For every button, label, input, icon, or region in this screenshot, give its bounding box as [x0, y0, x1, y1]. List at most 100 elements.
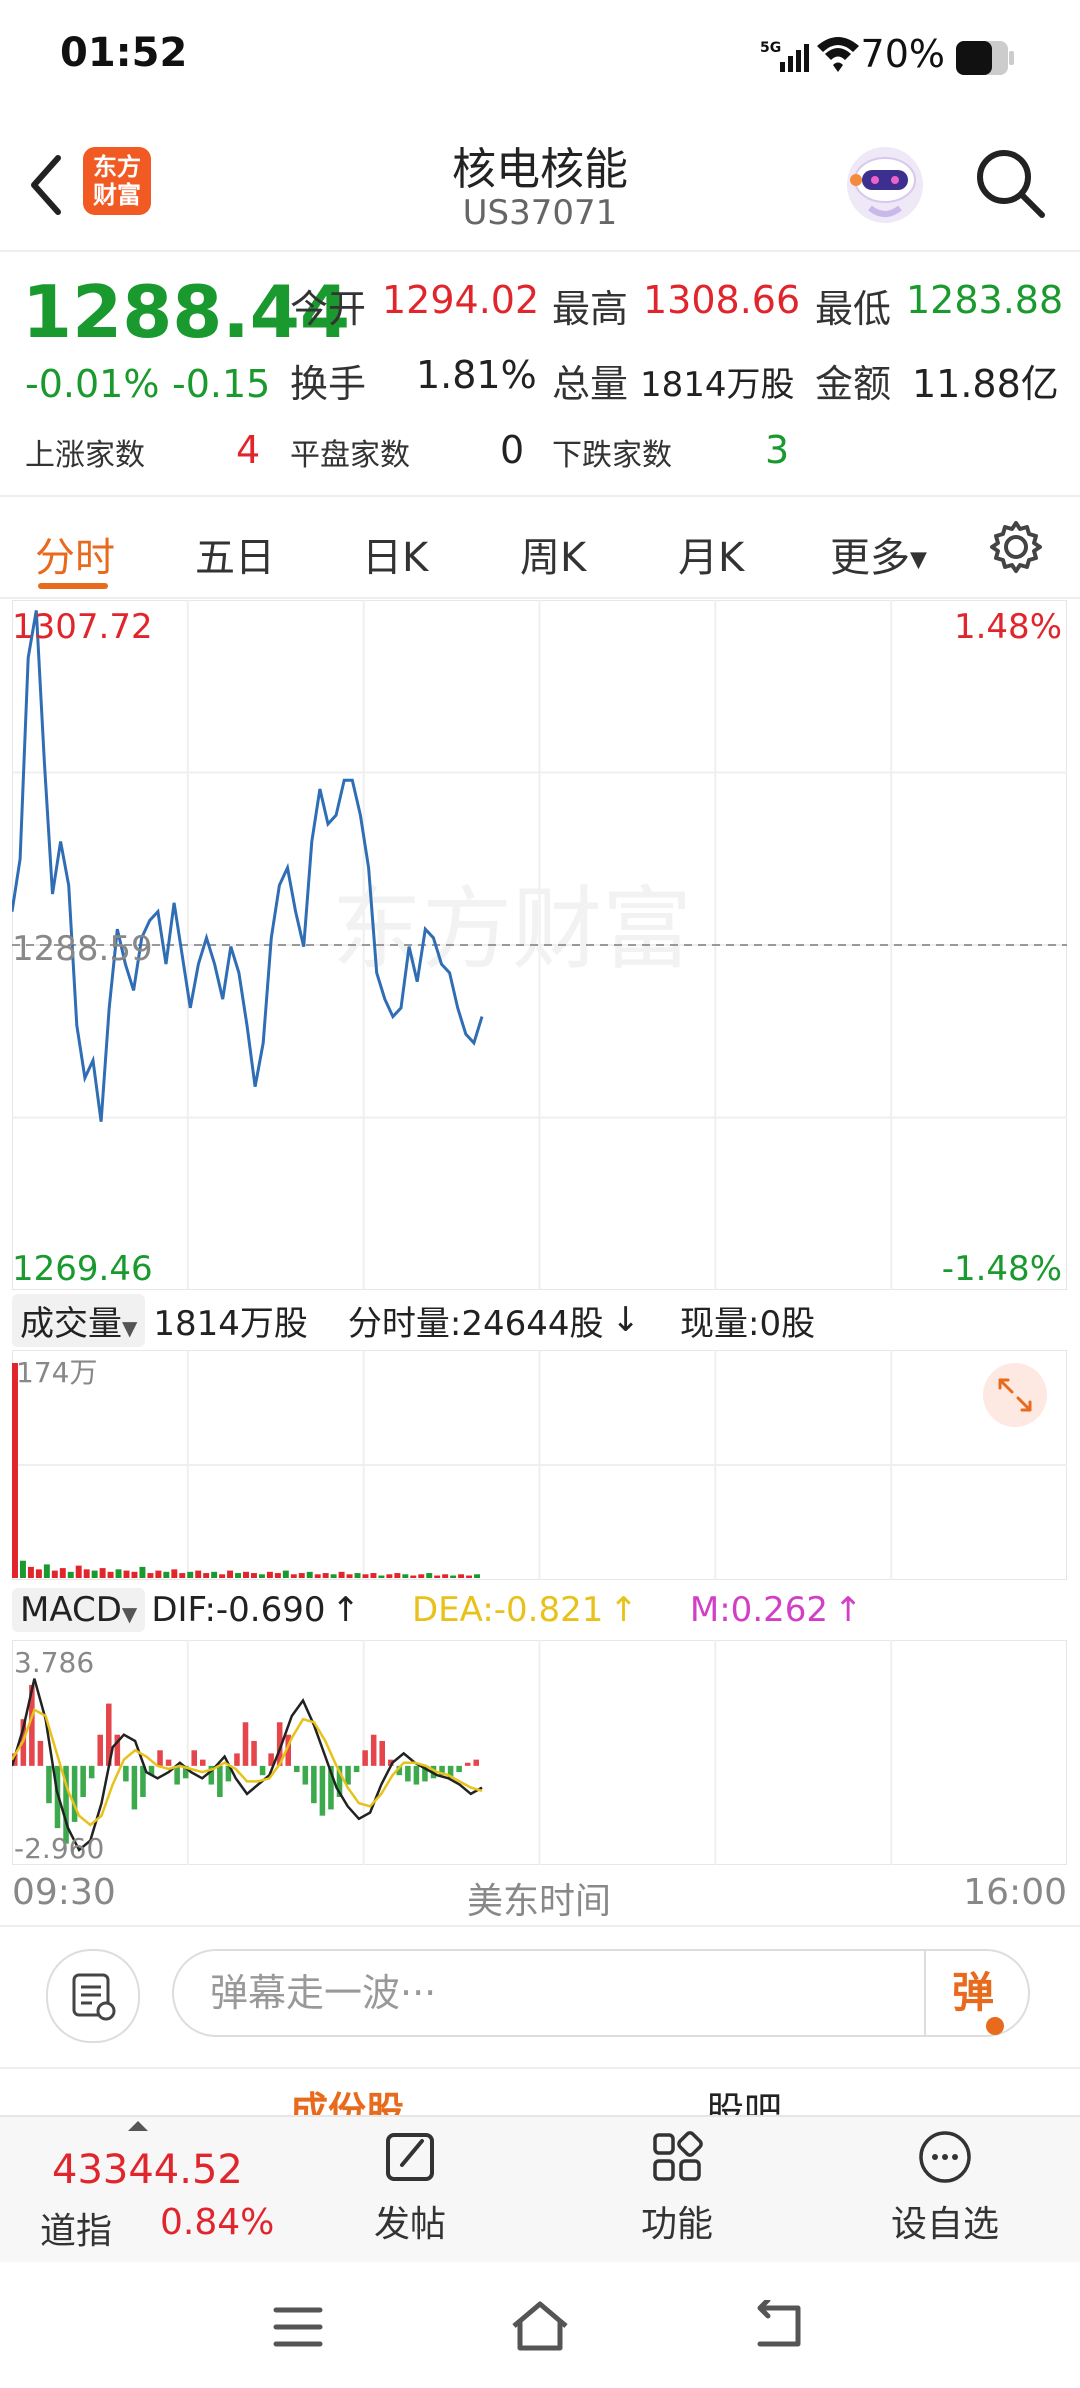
network-label: 5G: [760, 40, 781, 56]
tab-forum[interactable]: 股吧: [706, 2080, 782, 2115]
add-watchlist-button[interactable]: 设自选: [865, 2127, 1025, 2247]
volume-bar: [418, 1574, 425, 1578]
open-value: 1294.02: [382, 278, 540, 322]
m-value: M:0.262: [689, 1590, 829, 1630]
tab-intraday[interactable]: 分时: [35, 525, 115, 583]
amount-label: 金额: [815, 362, 892, 406]
macd-bar: [370, 1734, 377, 1766]
volume-bar: [219, 1574, 226, 1578]
macd-bar: [353, 1765, 360, 1773]
macd-bar: [217, 1765, 223, 1797]
ai-robot-icon[interactable]: [840, 140, 930, 230]
volume-bar: [51, 1570, 58, 1578]
danmaku-bar: 弹幕走一波··· 弹: [0, 1925, 1080, 2069]
tab-constituents[interactable]: 成份股: [290, 2080, 404, 2115]
high-label: 最高: [552, 287, 629, 331]
search-icon[interactable]: [970, 143, 1050, 223]
danmaku-settings-icon[interactable]: [46, 1949, 140, 2043]
volume-bar: [442, 1574, 449, 1578]
tab-weekly-k[interactable]: 周K: [520, 525, 586, 583]
macd-bar: [302, 1765, 309, 1785]
macd-bar: [251, 1740, 257, 1766]
volume-bar: [131, 1571, 138, 1578]
intraday-price-chart[interactable]: 东方财富 1307.72 1288.59 1269.46 1.48% -1.48…: [12, 600, 1067, 1290]
macd-bar: [464, 1762, 471, 1766]
post-button[interactable]: 发帖: [330, 2127, 490, 2247]
function-button[interactable]: 功能: [597, 2127, 757, 2247]
volume-bar: [43, 1564, 50, 1578]
volume-selector-label: 成交量: [20, 1303, 122, 1344]
macd-min-label: -2.960: [14, 1832, 104, 1865]
tab-more[interactable]: 更多▼: [830, 525, 927, 583]
flat-count: 0: [500, 428, 525, 472]
macd-bar: [379, 1740, 385, 1766]
volume-bar: [107, 1571, 114, 1578]
wifi-icon: [815, 34, 861, 78]
volume-bar: [378, 1575, 385, 1578]
tab-five-day[interactable]: 五日: [195, 525, 275, 583]
battery-percent: 70%: [860, 32, 945, 76]
macd-bar: [473, 1759, 479, 1766]
volume-bar: [123, 1570, 130, 1578]
volume-bar: [250, 1573, 257, 1578]
volume-bar: [410, 1575, 417, 1578]
dea-value: DEA:-0.821: [412, 1590, 604, 1630]
more-circle-icon: [919, 2131, 971, 2183]
timezone-label: 美东时间: [467, 1881, 612, 1922]
volume-bar: [402, 1574, 409, 1578]
post-label: 发帖: [373, 2204, 446, 2245]
volume-bar: [171, 1569, 178, 1578]
macd-bar: [413, 1765, 420, 1785]
volume-chart[interactable]: 174万: [12, 1350, 1067, 1580]
tab-monthly-k[interactable]: 月K: [678, 525, 744, 583]
index-name[interactable]: 道指: [40, 2202, 112, 2254]
volume-bar: [346, 1574, 353, 1578]
macd-bar: [174, 1765, 180, 1785]
menu-icon[interactable]: [270, 2302, 326, 2352]
danmaku-send-button[interactable]: 弹: [924, 1951, 1030, 2035]
macd-bar: [362, 1750, 368, 1766]
down-count-label: 下跌家数: [552, 438, 672, 473]
watermark: 东方财富: [332, 877, 692, 982]
indicator-selector[interactable]: MACD▼: [12, 1588, 146, 1632]
apps-icon: [653, 2131, 703, 2181]
danmaku-input[interactable]: 弹幕走一波···: [172, 1949, 1030, 2037]
amount-value: 11.88亿: [912, 362, 1059, 406]
tab-more-label: 更多: [830, 535, 910, 581]
volume-bar: [211, 1571, 218, 1578]
volume-selector[interactable]: 成交量▼: [12, 1293, 146, 1347]
volume-bar: [354, 1573, 361, 1578]
volume-bar: [258, 1574, 265, 1578]
macd-bar: [71, 1765, 78, 1822]
macd-bar: [405, 1765, 411, 1782]
volume-bar: [179, 1573, 186, 1578]
chart-tabs: 分时 五日 日K 周K 月K 更多▼: [0, 497, 1080, 599]
index-value[interactable]: 43344.52: [52, 2147, 243, 2193]
change-value: -0.15: [172, 362, 271, 406]
volume-bar: [83, 1569, 90, 1578]
danmaku-send-label: 弹: [951, 1968, 994, 2017]
expand-icon[interactable]: [983, 1363, 1047, 1427]
battery-icon: [955, 40, 1015, 80]
volume-total: 1814万股: [153, 1303, 308, 1344]
macd-bar: [37, 1740, 44, 1766]
volume-bar: [203, 1573, 210, 1578]
macd-bar: [165, 1759, 172, 1766]
volume-label: 总量: [552, 362, 629, 406]
volume-bar: [19, 1560, 26, 1578]
volume-bar: [434, 1575, 441, 1578]
macd-bar: [311, 1765, 317, 1804]
gear-icon[interactable]: [988, 519, 1044, 579]
index-change[interactable]: 0.84%: [160, 2202, 274, 2243]
tab-daily-k[interactable]: 日K: [362, 525, 428, 583]
volume-bar: [27, 1566, 34, 1578]
dea-arrow: ↑: [609, 1590, 638, 1630]
m-arrow: ↑: [834, 1590, 863, 1630]
caret-up-icon[interactable]: [128, 2121, 148, 2131]
tick-volume-arrow: ↓: [611, 1300, 641, 1340]
volume-bar: [426, 1573, 433, 1578]
macd-chart[interactable]: 3.786 -2.960: [12, 1640, 1067, 1865]
macd-bar: [80, 1765, 86, 1797]
back-nav-icon[interactable]: [748, 2300, 808, 2352]
home-icon[interactable]: [508, 2298, 572, 2354]
